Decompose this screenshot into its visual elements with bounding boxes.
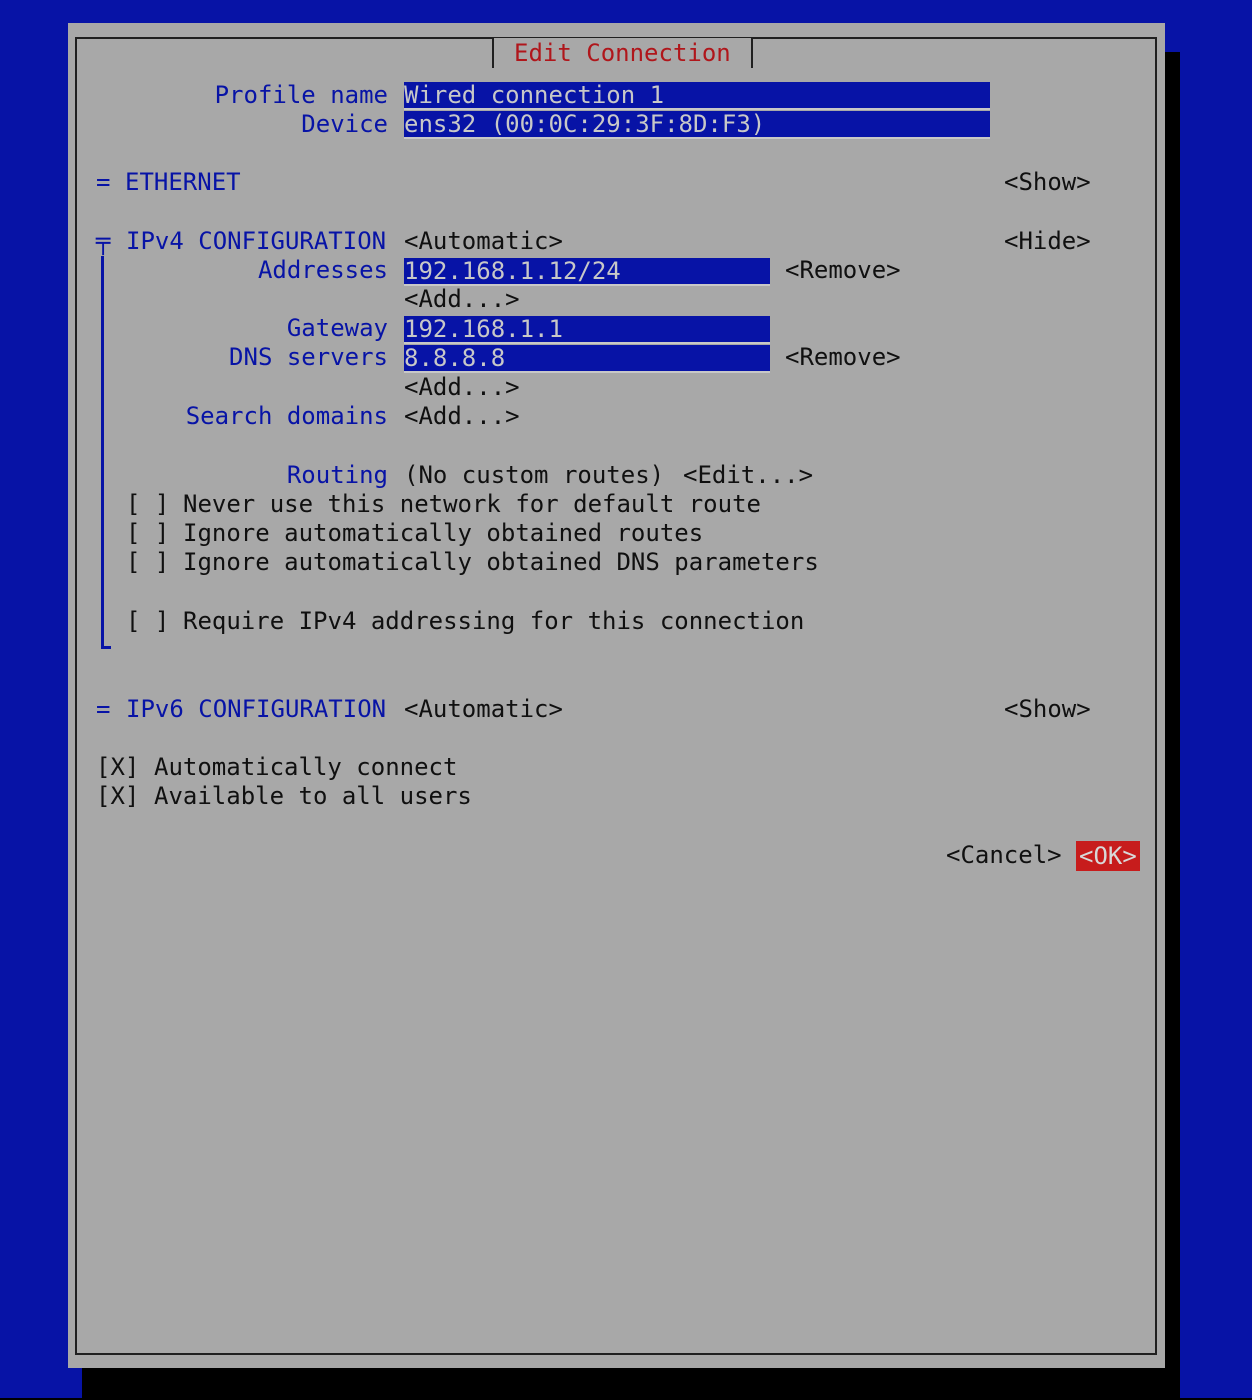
ethernet-show-button[interactable]: <Show> (1004, 168, 1091, 197)
require-ipv4-checkbox[interactable]: [ ] (126, 607, 169, 636)
ignore-routes-label: Ignore automatically obtained routes (183, 519, 704, 547)
auto-connect-label: Automatically connect (154, 753, 458, 781)
ipv6-mode-button[interactable]: <Automatic> (404, 695, 563, 724)
dns-add-button[interactable]: <Add...> (404, 373, 520, 402)
ethernet-heading: ETHERNET (125, 168, 241, 196)
ignore-routes-checkbox[interactable]: [ ] (126, 519, 169, 548)
ok-button[interactable]: <OK> (1076, 841, 1140, 871)
dns-servers-label: DNS servers (229, 343, 388, 371)
never-default-route-checkbox[interactable]: [ ] (126, 490, 169, 519)
ignore-dns-checkbox[interactable]: [ ] (126, 548, 169, 577)
dns-server-input[interactable]: 8.8.8.8 (404, 345, 770, 373)
search-domains-add-button[interactable]: <Add...> (404, 402, 520, 431)
device-label: Device (301, 110, 388, 138)
device-input[interactable]: ens32 (00:0C:29:3F:8D:F3) (404, 111, 990, 139)
ipv6-heading: IPv6 CONFIGURATION (126, 695, 387, 723)
routing-label: Routing (286, 461, 388, 489)
routing-value: (No custom routes) (404, 461, 665, 489)
never-default-route-label: Never use this network for default route (183, 490, 761, 518)
address-add-button[interactable]: <Add...> (404, 285, 520, 314)
edit-connection-dialog: Edit Connection Profile name Wired conne… (68, 23, 1165, 1368)
auto-connect-checkbox[interactable]: [X] (96, 753, 139, 782)
gateway-label: Gateway (286, 314, 388, 342)
all-users-label: Available to all users (154, 782, 472, 810)
addresses-label: Addresses (257, 256, 388, 284)
dialog-title-bar: Edit Connection (492, 38, 753, 68)
profile-name-input[interactable]: Wired connection 1 (404, 82, 990, 110)
all-users-checkbox[interactable]: [X] (96, 782, 139, 811)
dialog-title: Edit Connection (514, 39, 731, 67)
ipv4-heading: IPv4 CONFIGURATION (126, 227, 387, 255)
require-ipv4-label: Require IPv4 addressing for this connect… (183, 607, 805, 635)
search-domains-label: Search domains (185, 402, 388, 430)
ipv4-mode-button[interactable]: <Automatic> (404, 227, 563, 256)
ipv4-section-bracket-end (101, 646, 111, 649)
profile-name-label: Profile name (214, 81, 388, 109)
ipv4-expand-marker: ╤ (96, 227, 111, 255)
routing-edit-button[interactable]: <Edit...> (683, 461, 813, 490)
cancel-button[interactable]: <Cancel> (946, 841, 1062, 870)
address-input[interactable]: 192.168.1.12/24 (404, 258, 770, 286)
address-remove-button[interactable]: <Remove> (785, 256, 901, 285)
ipv4-hide-button[interactable]: <Hide> (1004, 227, 1091, 256)
ipv6-show-button[interactable]: <Show> (1004, 695, 1091, 724)
ignore-dns-label: Ignore automatically obtained DNS parame… (183, 548, 819, 576)
dns-remove-button[interactable]: <Remove> (785, 343, 901, 372)
ipv4-section-bracket (101, 256, 104, 646)
gateway-input[interactable]: 192.168.1.1 (404, 316, 770, 344)
ethernet-collapse-marker: = (96, 168, 111, 196)
ipv6-collapse-marker: = (96, 695, 111, 723)
